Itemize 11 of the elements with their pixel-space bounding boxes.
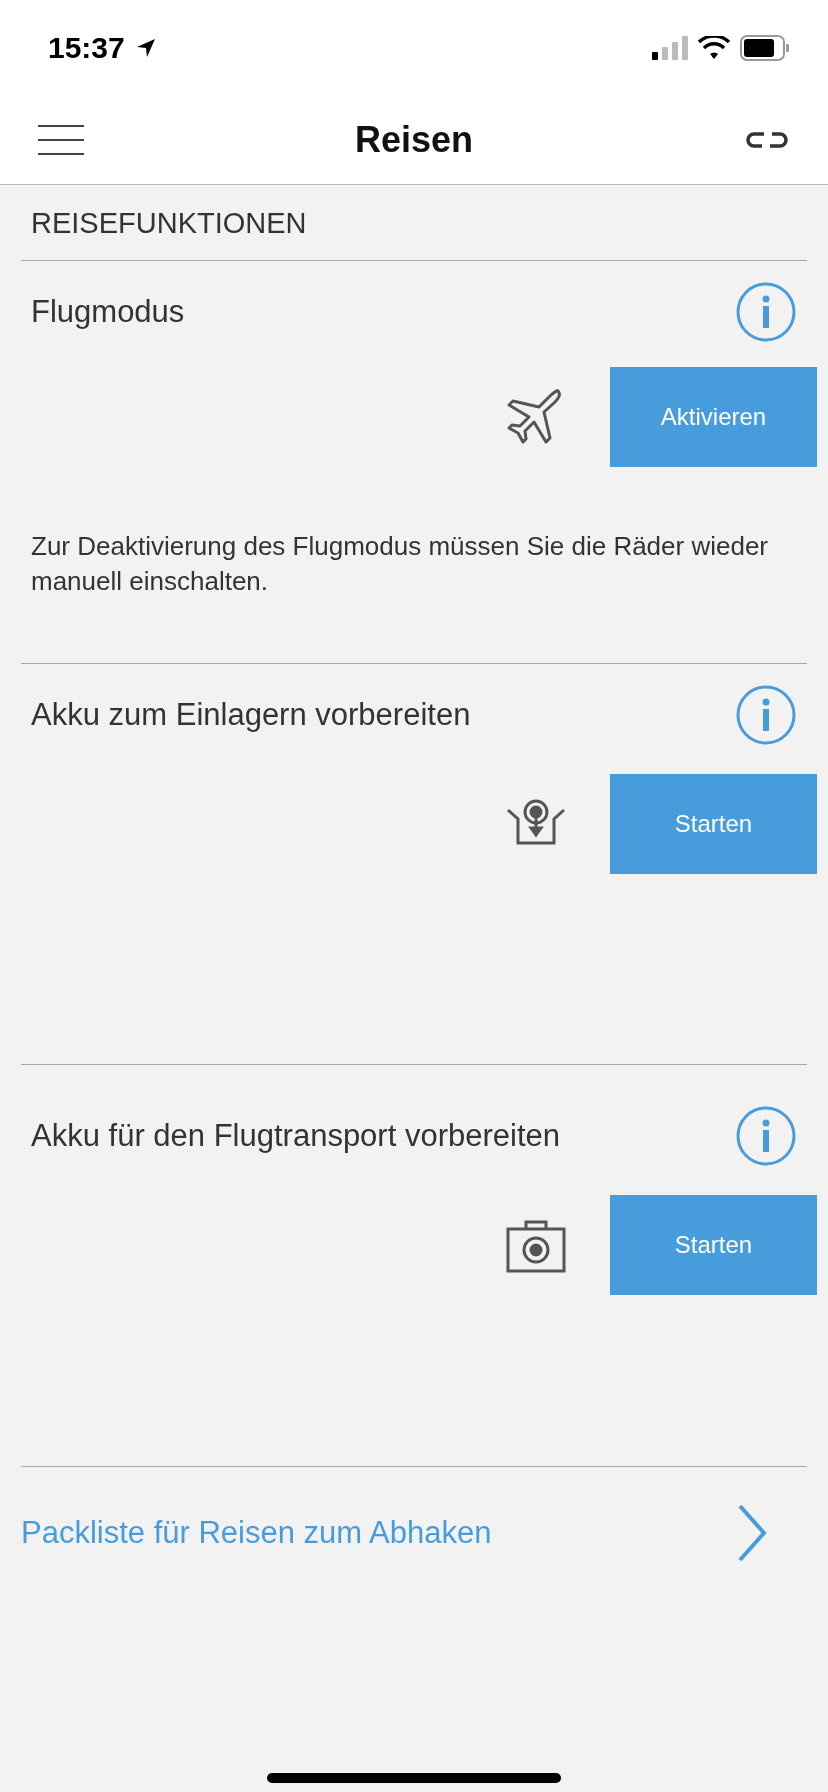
section-header: REISEFUNKTIONEN (30, 206, 308, 241)
status-time: 15:37 (48, 30, 125, 65)
function-title: Akku zum Einlagern vorbereiten (31, 697, 471, 733)
action-button[interactable]: Starten (610, 774, 817, 874)
function-title: Akku für den Flugtransport vorbereiten (31, 1118, 560, 1154)
note-text: Zur Deaktivierung des Flugmodus müssen Sie die Räder wieder manuell einschalten. (31, 530, 769, 598)
page-title: Reisen (354, 118, 474, 161)
action-button[interactable]: Starten (610, 1195, 817, 1295)
packing-list-link[interactable]: Packliste für Reisen zum Abhaken (21, 1515, 492, 1551)
function-title: Flugmodus (31, 294, 185, 330)
action-button[interactable]: Aktivieren (610, 367, 817, 467)
